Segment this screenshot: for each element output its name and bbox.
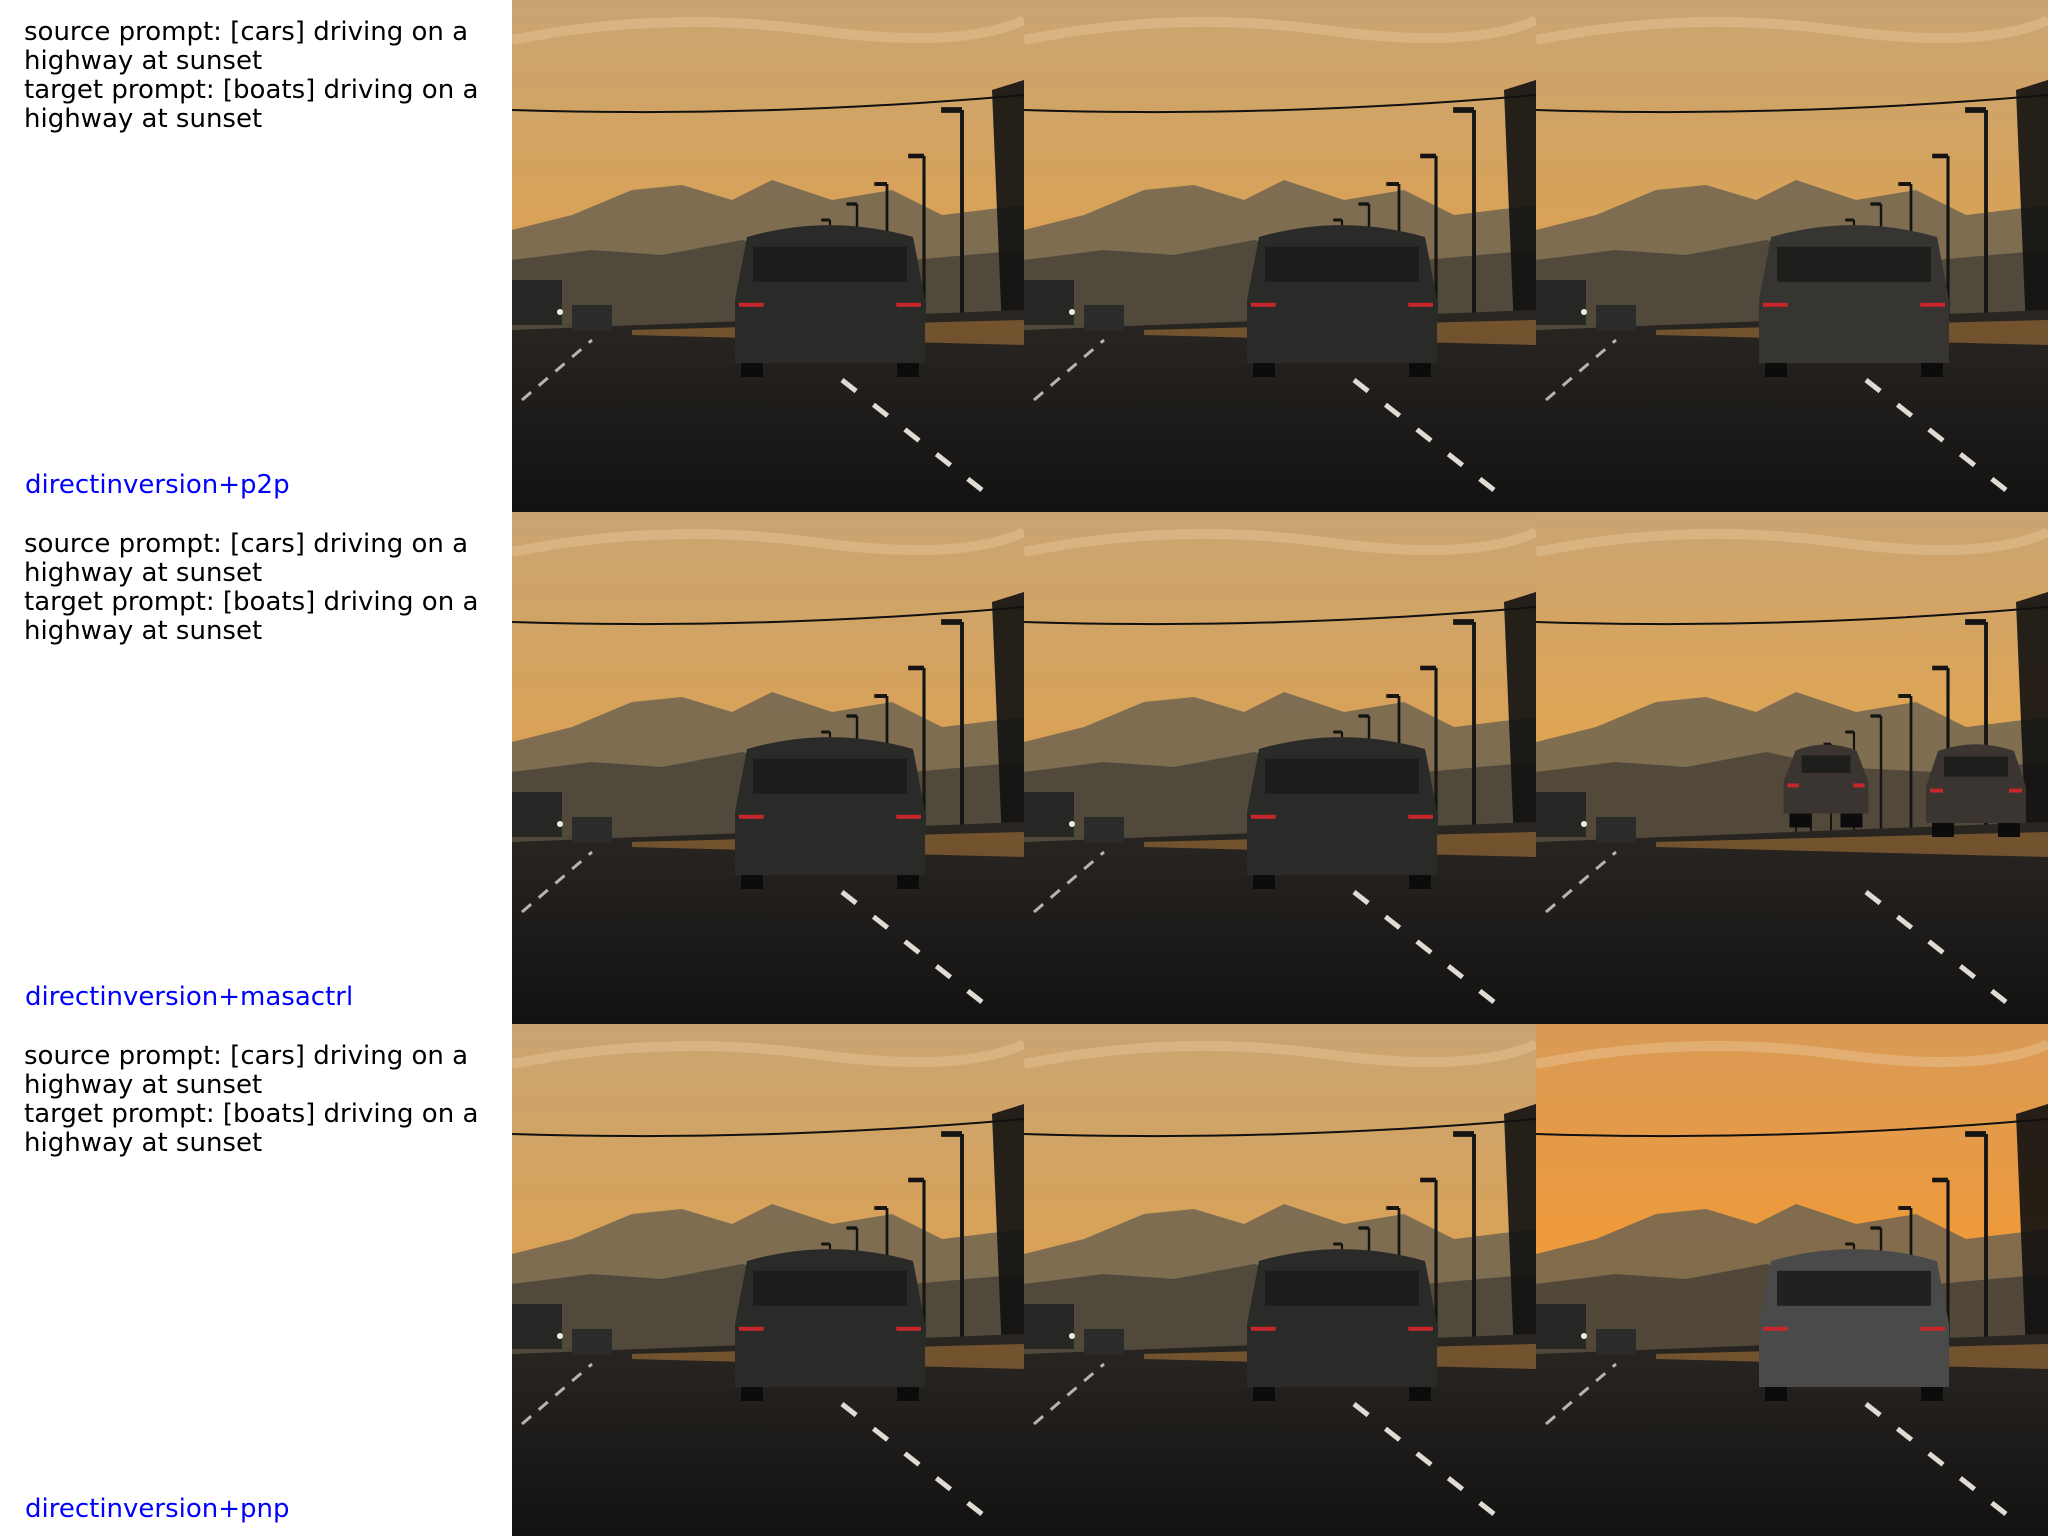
- result-row: source prompt: [cars] driving on a highw…: [0, 0, 2048, 512]
- sunset-highway-scene: [512, 0, 1024, 512]
- source-prompt: source prompt: [cars] driving on a highw…: [24, 17, 469, 76]
- prompt-cell: source prompt: [cars] driving on a highw…: [0, 512, 512, 1024]
- prompt-cell: source prompt: [cars] driving on a highw…: [0, 1024, 512, 1536]
- vehicle: [1759, 225, 1949, 377]
- sunset-highway-scene: [1024, 1024, 1536, 1536]
- method-label: directinversion+masactrl: [25, 982, 354, 1012]
- prompt-text: source prompt: [cars] driving on a highw…: [24, 530, 494, 646]
- vehicle: [735, 737, 925, 889]
- prompt-cell: source prompt: [cars] driving on a highw…: [0, 0, 512, 512]
- sunset-highway-scene: [1536, 512, 2048, 1024]
- source-prompt: source prompt: [cars] driving on a highw…: [24, 1041, 469, 1100]
- prompt-text: source prompt: [cars] driving on a highw…: [24, 1042, 494, 1158]
- sunset-highway-scene: [1024, 0, 1536, 512]
- sunset-highway-scene: [1536, 0, 2048, 512]
- vehicle: [1759, 1249, 1949, 1401]
- reconstructed-image: [1024, 512, 1536, 1024]
- comparison-grid: source prompt: [cars] driving on a highw…: [0, 0, 2048, 1536]
- target-prompt: target prompt: [boats] driving on a high…: [24, 75, 479, 134]
- source-image: [512, 0, 1024, 512]
- reconstructed-image: [1024, 1024, 1536, 1536]
- vehicle: [735, 1249, 925, 1401]
- vehicle: [1247, 1249, 1437, 1401]
- result-row: source prompt: [cars] driving on a highw…: [0, 1024, 2048, 1536]
- sunset-highway-scene: [512, 512, 1024, 1024]
- source-image: [512, 512, 1024, 1024]
- sunset-highway-scene: [1024, 512, 1536, 1024]
- edited-image: [1536, 0, 2048, 512]
- edited-image: [1536, 512, 2048, 1024]
- target-prompt: target prompt: [boats] driving on a high…: [24, 1099, 479, 1158]
- target-prompt: target prompt: [boats] driving on a high…: [24, 587, 479, 646]
- sunset-highway-scene: [1536, 1024, 2048, 1536]
- vehicle: [1247, 225, 1437, 377]
- result-row: source prompt: [cars] driving on a highw…: [0, 512, 2048, 1024]
- reconstructed-image: [1024, 0, 1536, 512]
- method-label: directinversion+pnp: [25, 1494, 290, 1524]
- edited-image: [1536, 1024, 2048, 1536]
- source-image: [512, 1024, 1024, 1536]
- prompt-text: source prompt: [cars] driving on a highw…: [24, 18, 494, 134]
- method-label: directinversion+p2p: [25, 470, 290, 500]
- vehicle: [1247, 737, 1437, 889]
- vehicle: [735, 225, 925, 377]
- sunset-highway-scene: [512, 1024, 1024, 1536]
- source-prompt: source prompt: [cars] driving on a highw…: [24, 529, 469, 588]
